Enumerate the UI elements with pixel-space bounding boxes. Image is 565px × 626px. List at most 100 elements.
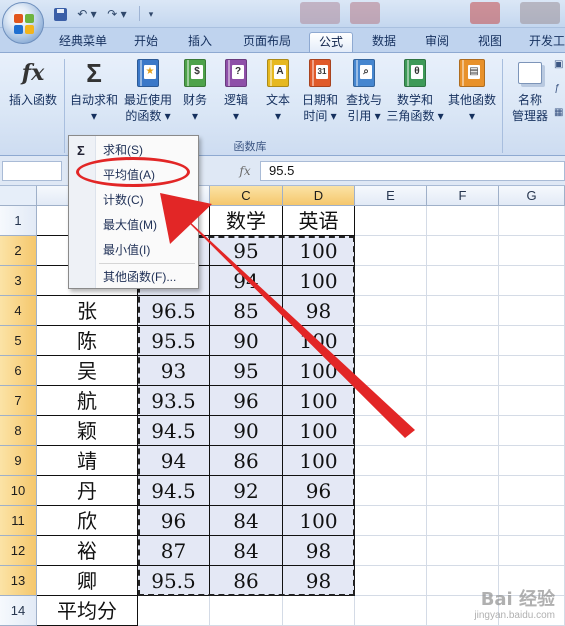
row-header[interactable]: 11 bbox=[0, 506, 37, 536]
cell-c11[interactable]: 84 bbox=[210, 506, 283, 536]
cell-e9[interactable] bbox=[355, 446, 427, 476]
cell-d2[interactable]: 100 bbox=[283, 236, 355, 266]
row-header[interactable]: 7 bbox=[0, 386, 37, 416]
cell-a11[interactable]: 欣 bbox=[37, 506, 138, 536]
financial-button[interactable]: $ 财务 ▾ bbox=[178, 57, 212, 124]
fx-icon[interactable]: fx bbox=[234, 162, 256, 180]
cell-d6[interactable]: 100 bbox=[283, 356, 355, 386]
row-header[interactable]: 6 bbox=[0, 356, 37, 386]
cell-a12[interactable]: 裕 bbox=[37, 536, 138, 566]
cell-d7[interactable]: 100 bbox=[283, 386, 355, 416]
cell-g5[interactable] bbox=[499, 326, 565, 356]
cell-f6[interactable] bbox=[427, 356, 499, 386]
insert-function-button[interactable]: fx 插入函数 bbox=[4, 57, 62, 108]
cell-c8[interactable]: 90 bbox=[210, 416, 283, 446]
cell-e6[interactable] bbox=[355, 356, 427, 386]
column-header-g[interactable]: G bbox=[499, 186, 565, 206]
cell-g10[interactable] bbox=[499, 476, 565, 506]
menu-item-more-functions[interactable]: 其他函数(F)... bbox=[69, 265, 198, 290]
cell-d5[interactable]: 100 bbox=[283, 326, 355, 356]
cell-g12[interactable] bbox=[499, 536, 565, 566]
cell-e11[interactable] bbox=[355, 506, 427, 536]
cell-g11[interactable] bbox=[499, 506, 565, 536]
cell-e7[interactable] bbox=[355, 386, 427, 416]
cell-g4[interactable] bbox=[499, 296, 565, 326]
cell-c6[interactable]: 95 bbox=[210, 356, 283, 386]
cell-a13[interactable]: 卿 bbox=[37, 566, 138, 596]
name-box[interactable] bbox=[2, 161, 62, 181]
row-header[interactable]: 3 bbox=[0, 266, 37, 296]
cell-d14[interactable] bbox=[283, 596, 355, 626]
cell-f5[interactable] bbox=[427, 326, 499, 356]
define-name-icon[interactable]: ▣ bbox=[554, 59, 563, 70]
cell-b14[interactable] bbox=[138, 596, 210, 626]
undo-icon[interactable]: ↶ ▾ bbox=[74, 5, 100, 23]
autosum-button[interactable]: Σ 自动求和 ▾ bbox=[68, 57, 120, 124]
cell-g1[interactable] bbox=[499, 206, 565, 236]
recent-functions-button[interactable]: ★ 最近使用 的函数 ▾ bbox=[122, 57, 174, 124]
cell-a4[interactable]: 张 bbox=[37, 296, 138, 326]
cell-g6[interactable] bbox=[499, 356, 565, 386]
cell-f7[interactable] bbox=[427, 386, 499, 416]
cell-a5[interactable]: 陈 bbox=[37, 326, 138, 356]
cell-d1[interactable]: 英语 bbox=[283, 206, 355, 236]
cell-c12[interactable]: 84 bbox=[210, 536, 283, 566]
cell-e5[interactable] bbox=[355, 326, 427, 356]
cell-d10[interactable]: 96 bbox=[283, 476, 355, 506]
tab-formulas[interactable]: 公式 bbox=[309, 32, 353, 52]
cell-e13[interactable] bbox=[355, 566, 427, 596]
lookup-button[interactable]: ⌕ 查找与 引用 ▾ bbox=[342, 57, 386, 124]
cell-e12[interactable] bbox=[355, 536, 427, 566]
more-functions-button[interactable]: ▤ 其他函数 ▾ bbox=[444, 57, 500, 124]
cell-c10[interactable]: 92 bbox=[210, 476, 283, 506]
cell-d3[interactable]: 100 bbox=[283, 266, 355, 296]
office-button[interactable] bbox=[2, 2, 44, 44]
cell-c14[interactable] bbox=[210, 596, 283, 626]
cell-e4[interactable] bbox=[355, 296, 427, 326]
tab-home[interactable]: 开始 bbox=[124, 32, 168, 52]
formula-input[interactable]: 95.5 bbox=[260, 161, 565, 181]
text-button[interactable]: A 文本 ▾ bbox=[260, 57, 296, 124]
tab-review[interactable]: 审阅 bbox=[415, 32, 459, 52]
cell-f2[interactable] bbox=[427, 236, 499, 266]
row-header[interactable]: 2 bbox=[0, 236, 37, 266]
cell-b7[interactable]: 93.5 bbox=[138, 386, 210, 416]
tab-developer[interactable]: 开发工 bbox=[521, 32, 565, 52]
row-header[interactable]: 1 bbox=[0, 206, 37, 236]
cell-b12[interactable]: 87 bbox=[138, 536, 210, 566]
cell-d4[interactable]: 98 bbox=[283, 296, 355, 326]
cell-c3[interactable]: 94 bbox=[210, 266, 283, 296]
tab-insert[interactable]: 插入 bbox=[178, 32, 222, 52]
cell-b4[interactable]: 96.5 bbox=[138, 296, 210, 326]
cell-g9[interactable] bbox=[499, 446, 565, 476]
cell-g8[interactable] bbox=[499, 416, 565, 446]
cell-c1[interactable]: 数学 bbox=[210, 206, 283, 236]
math-trig-button[interactable]: θ 数学和 三角函数 ▾ bbox=[386, 57, 444, 124]
select-all-corner[interactable] bbox=[0, 186, 37, 206]
cell-g7[interactable] bbox=[499, 386, 565, 416]
cell-d13[interactable]: 98 bbox=[283, 566, 355, 596]
cell-f4[interactable] bbox=[427, 296, 499, 326]
cell-a7[interactable]: 航 bbox=[37, 386, 138, 416]
cell-c9[interactable]: 86 bbox=[210, 446, 283, 476]
cell-e1[interactable] bbox=[355, 206, 427, 236]
row-header[interactable]: 5 bbox=[0, 326, 37, 356]
cell-c4[interactable]: 85 bbox=[210, 296, 283, 326]
cell-a14[interactable]: 平均分 bbox=[37, 596, 138, 626]
column-header-f[interactable]: F bbox=[427, 186, 499, 206]
cell-g3[interactable] bbox=[499, 266, 565, 296]
column-header-e[interactable]: E bbox=[355, 186, 427, 206]
logical-button[interactable]: ? 逻辑 ▾ bbox=[218, 57, 254, 124]
tab-classic-menu[interactable]: 经典菜单 bbox=[50, 32, 116, 52]
cell-b6[interactable]: 93 bbox=[138, 356, 210, 386]
menu-item-min[interactable]: 最小值(I) bbox=[69, 238, 198, 263]
cell-a9[interactable]: 靖 bbox=[37, 446, 138, 476]
column-header-d[interactable]: D bbox=[283, 186, 355, 206]
cell-e2[interactable] bbox=[355, 236, 427, 266]
cell-b10[interactable]: 94.5 bbox=[138, 476, 210, 506]
column-header-c[interactable]: C bbox=[210, 186, 283, 206]
cell-f9[interactable] bbox=[427, 446, 499, 476]
cell-e14[interactable] bbox=[355, 596, 427, 626]
save-icon[interactable] bbox=[52, 5, 68, 23]
cell-b9[interactable]: 94 bbox=[138, 446, 210, 476]
